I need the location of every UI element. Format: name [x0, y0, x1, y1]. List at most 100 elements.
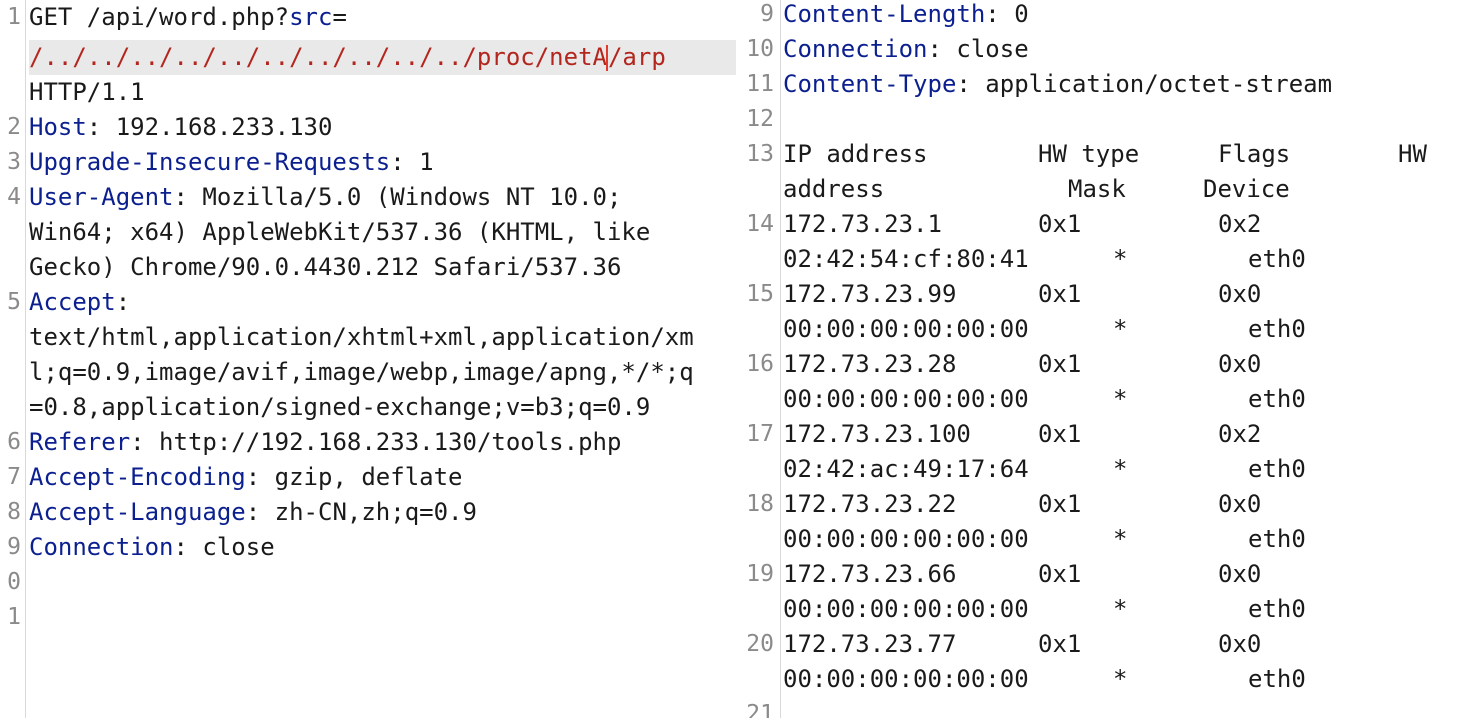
arp-device: eth0 — [1248, 245, 1306, 273]
header-key: Host — [29, 113, 87, 141]
header-value: : Mozilla/5.0 (Windows NT 10.0; — [173, 183, 622, 211]
arp-mac: 00:00:00:00:00:00 — [783, 525, 1029, 553]
line-number: 1 — [7, 4, 21, 30]
arp-row-wrap[interactable]: 00:00:00:00:00:00 * eth0 — [783, 662, 1464, 697]
arp-row[interactable]: 172.73.23.100 0x1 0x2 — [783, 417, 1464, 452]
line-number: 15 — [746, 281, 774, 307]
arp-mac: 00:00:00:00:00:00 — [783, 385, 1029, 413]
arp-device: eth0 — [1248, 385, 1306, 413]
header-content-type[interactable]: Content-Type: application/octet-stream — [783, 67, 1464, 102]
line-number: 21 — [746, 701, 774, 718]
header-upgrade-insecure[interactable]: Upgrade-Insecure-Requests: 1 — [29, 145, 736, 180]
header-colon: : — [115, 288, 131, 316]
header-key: Content-Length — [783, 0, 986, 28]
arp-ip: 172.73.23.100 — [783, 420, 971, 448]
arp-flags: 0x2 — [1218, 420, 1262, 448]
header-key: Upgrade-Insecure-Requests — [29, 148, 391, 176]
arp-ip: 172.73.23.28 — [783, 350, 957, 378]
header-accept-encoding[interactable]: Accept-Encoding: gzip, deflate — [29, 460, 736, 495]
header-value: : 0 — [985, 0, 1029, 28]
request-method: GET /api/word.php? — [29, 3, 290, 31]
header-value: : close — [173, 533, 275, 561]
response-viewer[interactable]: 9 Content-Length: 0 10 Connection: close… — [738, 0, 1464, 718]
header-key: Connection — [783, 35, 928, 63]
arp-hwtype: 0x1 — [1038, 420, 1082, 448]
param-equals: = — [332, 3, 347, 31]
header-content-length[interactable]: Content-Length: 0 — [783, 0, 1464, 32]
header-value: : 1 — [390, 148, 434, 176]
header-accept[interactable]: Accept: — [29, 285, 736, 320]
header-value: : 192.168.233.130 — [86, 113, 333, 141]
arp-hwtype: 0x1 — [1038, 630, 1082, 658]
line-number: 10 — [746, 36, 774, 62]
line-number: 8 — [7, 499, 21, 525]
arp-row-wrap[interactable]: 00:00:00:00:00:00 * eth0 — [783, 522, 1464, 557]
arp-row[interactable]: 172.73.23.1 0x1 0x2 — [783, 207, 1464, 242]
arp-hwtype: 0x1 — [1038, 350, 1082, 378]
line-number: 1 — [7, 604, 21, 630]
arp-row[interactable]: 172.73.23.66 0x1 0x0 — [783, 557, 1464, 592]
arp-flags: 0x0 — [1218, 280, 1262, 308]
arp-row[interactable]: 172.73.23.77 0x1 0x0 — [783, 627, 1464, 662]
col-flags: Flags — [1218, 140, 1291, 168]
header-value: : zh-CN,zh;q=0.9 — [245, 498, 477, 526]
arp-row-wrap[interactable]: 00:00:00:00:00:00 * eth0 — [783, 312, 1464, 347]
col-mask: Mask — [1068, 175, 1126, 203]
header-value: : close — [927, 35, 1029, 63]
header-referer[interactable]: Referer: http://192.168.233.130/tools.ph… — [29, 425, 736, 460]
arp-table-header: IP address HW type Flags HW — [783, 137, 1464, 172]
header-user-agent[interactable]: User-Agent: Mozilla/5.0 (Windows NT 10.0… — [29, 180, 736, 215]
line-number: 12 — [746, 106, 774, 132]
arp-row-wrap[interactable]: 00:00:00:00:00:00 * eth0 — [783, 592, 1464, 627]
header-value: : gzip, deflate — [245, 463, 463, 491]
arp-ip: 172.73.23.1 — [783, 210, 942, 238]
line-number: 3 — [7, 149, 21, 175]
header-host[interactable]: Host: 192.168.233.130 — [29, 110, 736, 145]
col-address: address — [783, 175, 885, 203]
header-accept-language[interactable]: Accept-Language: zh-CN,zh;q=0.9 — [29, 495, 736, 530]
param-value-a: /../../../../../../../../../../proc/netA — [29, 43, 607, 71]
line-number: 6 — [7, 429, 21, 455]
arp-row-wrap[interactable]: 02:42:54:cf:80:41 * eth0 — [783, 242, 1464, 277]
arp-flags: 0x0 — [1218, 490, 1262, 518]
arp-mask: * — [1113, 315, 1128, 343]
header-key: Accept — [29, 288, 116, 316]
header-connection[interactable]: Connection: close — [29, 530, 736, 565]
header-key: Accept-Language — [29, 498, 246, 526]
arp-device: eth0 — [1248, 525, 1306, 553]
param-key: src — [289, 3, 333, 31]
arp-ip: 172.73.23.66 — [783, 560, 957, 588]
arp-row[interactable]: 172.73.23.28 0x1 0x0 — [783, 347, 1464, 382]
arp-device: eth0 — [1248, 315, 1306, 343]
arp-row-wrap[interactable]: 00:00:00:00:00:00 * eth0 — [783, 382, 1464, 417]
arp-row-wrap[interactable]: 02:42:ac:49:17:64 * eth0 — [783, 452, 1464, 487]
request-line[interactable]: GET /api/word.php?src= — [29, 0, 736, 35]
header-value-wrap: Gecko) Chrome/90.0.4430.212 Safari/537.3… — [29, 253, 622, 281]
arp-hwtype: 0x1 — [1038, 280, 1082, 308]
http-version: HTTP/1.1 — [29, 78, 145, 106]
header-key: Connection — [29, 533, 174, 561]
header-key: User-Agent — [29, 183, 174, 211]
arp-mask: * — [1113, 595, 1128, 623]
arp-device: eth0 — [1248, 665, 1306, 693]
line-number: 11 — [746, 71, 774, 97]
arp-row[interactable]: 172.73.23.99 0x1 0x0 — [783, 277, 1464, 312]
request-path-line[interactable]: /../../../../../../../../../../proc/netA… — [29, 40, 736, 75]
line-number: 9 — [760, 1, 774, 27]
request-editor[interactable]: 1 GET /api/word.php?src= /../../../../..… — [0, 0, 736, 718]
arp-mac: 00:00:00:00:00:00 — [783, 315, 1029, 343]
arp-ip: 172.73.23.99 — [783, 280, 957, 308]
header-value: : http://192.168.233.130/tools.php — [130, 428, 622, 456]
col-hw: HW — [1398, 140, 1427, 168]
line-number: 18 — [746, 491, 774, 517]
line-number: 9 — [7, 534, 21, 560]
arp-device: eth0 — [1248, 455, 1306, 483]
arp-mac: 00:00:00:00:00:00 — [783, 595, 1029, 623]
header-connection[interactable]: Connection: close — [783, 32, 1464, 67]
arp-row[interactable]: 172.73.23.22 0x1 0x0 — [783, 487, 1464, 522]
arp-flags: 0x0 — [1218, 630, 1262, 658]
header-key: Content-Type — [783, 70, 957, 98]
arp-ip: 172.73.23.77 — [783, 630, 957, 658]
line-number: 0 — [7, 569, 21, 595]
arp-device: eth0 — [1248, 595, 1306, 623]
